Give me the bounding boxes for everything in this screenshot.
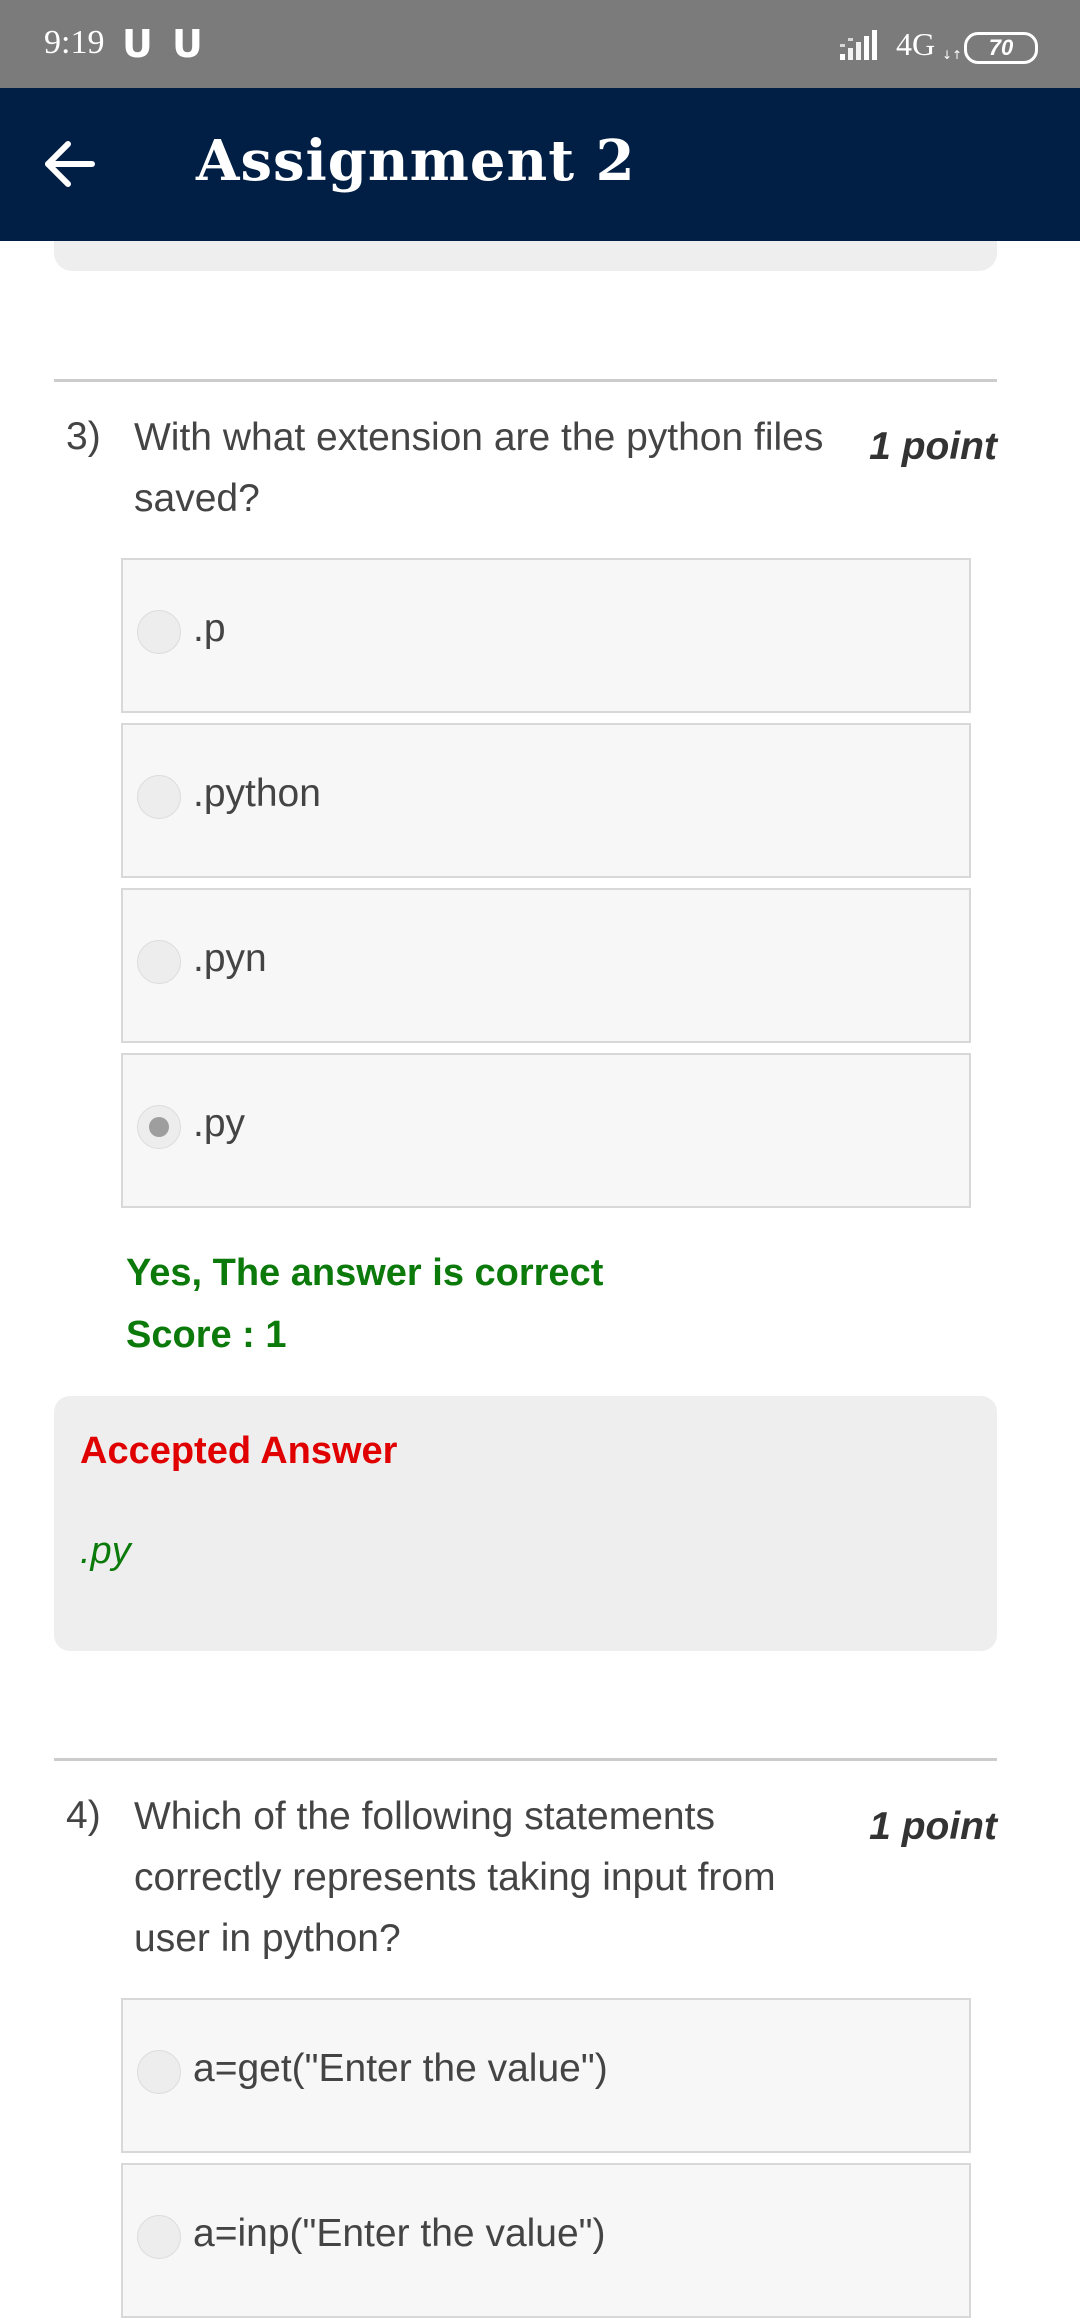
option-label: .p (193, 607, 226, 650)
network-type: 4G (896, 26, 936, 62)
option-label: a=inp("Enter the value") (193, 2212, 606, 2255)
accepted-answer-value: .py (80, 1530, 131, 1572)
notification-icon: U (172, 22, 203, 66)
radio-button[interactable] (137, 775, 181, 819)
app-bar: Assignment 2 (0, 88, 1080, 241)
radio-button[interactable] (137, 2215, 181, 2259)
previous-answer-box (54, 241, 997, 271)
question-points: 1 point (869, 1805, 997, 1848)
radio-button-selected[interactable] (137, 1105, 181, 1149)
option-inp[interactable]: a=inp("Enter the value") (121, 2163, 971, 2318)
accepted-answer-title: Accepted Answer (80, 1430, 398, 1472)
question-text: Which of the following statements correc… (134, 1795, 776, 1960)
option-label: a=get("Enter the value") (193, 2047, 608, 2090)
question-text: With what extension are the python files… (134, 416, 824, 520)
question-divider (54, 379, 997, 382)
option-label: .pyn (193, 937, 267, 980)
question-number: 3) (66, 415, 101, 458)
score-text: Score : 1 (126, 1314, 287, 1356)
arrow-left-icon[interactable] (40, 134, 100, 194)
question-divider (54, 1758, 997, 1761)
option-p[interactable]: .p (121, 558, 971, 713)
radio-button[interactable] (137, 2050, 181, 2094)
accepted-answer-box: Accepted Answer .py (54, 1396, 997, 1651)
signal-icon (840, 30, 877, 60)
option-get[interactable]: a=get("Enter the value") (121, 1998, 971, 2153)
question-points: 1 point (869, 425, 997, 468)
status-bar: 9:19 U U 4G ↓↑ 70 (0, 0, 1080, 88)
status-time: 9:19 (44, 24, 105, 61)
battery-icon: 70 (964, 32, 1038, 64)
option-py[interactable]: .py (121, 1053, 971, 1208)
radio-button[interactable] (137, 610, 181, 654)
option-pyn[interactable]: .pyn (121, 888, 971, 1043)
radio-button[interactable] (137, 940, 181, 984)
option-label: .python (193, 772, 321, 815)
notification-icon: U (122, 22, 153, 66)
data-activity-icon: ↓↑ (942, 48, 963, 62)
page-title: Assignment 2 (196, 128, 636, 194)
answer-feedback: Yes, The answer is correct (126, 1252, 604, 1294)
option-label: .py (193, 1102, 246, 1145)
option-python[interactable]: .python (121, 723, 971, 878)
question-number: 4) (66, 1794, 101, 1837)
